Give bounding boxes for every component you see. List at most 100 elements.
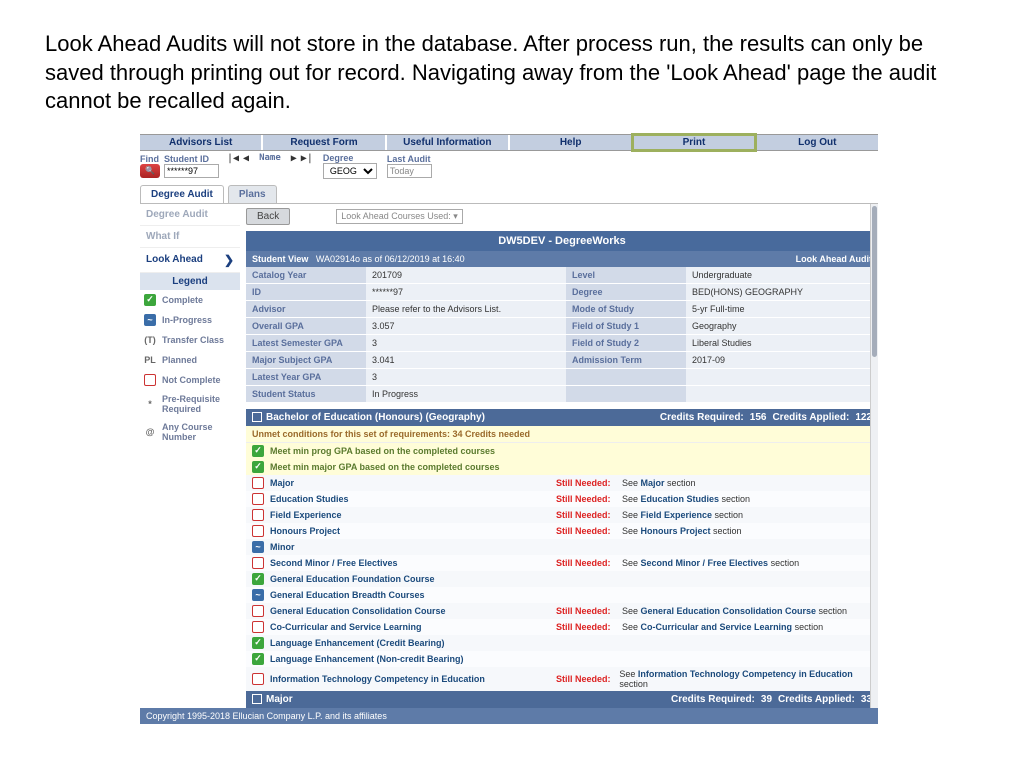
sidebar: Degree Audit What If Look Ahead❯ Legend … bbox=[140, 204, 240, 708]
v-id: ******97 bbox=[366, 284, 566, 301]
tab-plans[interactable]: Plans bbox=[228, 185, 277, 203]
intro-text: Look Ahead Audits will not store in the … bbox=[45, 30, 979, 116]
scrollbar-thumb[interactable] bbox=[872, 206, 877, 357]
student-view-band: Student View WA02914o as of 06/12/2019 a… bbox=[246, 251, 878, 267]
k-blank1 bbox=[566, 369, 686, 386]
empty-box-icon bbox=[252, 605, 264, 617]
req-it-competency: Information Technology Competency in Edu… bbox=[246, 667, 878, 691]
last-audit-label: Last Audit bbox=[387, 154, 431, 164]
legend-not-complete: Not Complete bbox=[140, 370, 240, 390]
k-mode: Mode of Study bbox=[566, 301, 686, 318]
req-ge-foundation: ✓General Education Foundation Course bbox=[246, 571, 878, 587]
courses-used-dropdown[interactable]: Look Ahead Courses Used: ▾ bbox=[336, 209, 463, 224]
main-tabs: Degree Audit Plans bbox=[140, 185, 878, 204]
v-gpa: 3.057 bbox=[366, 318, 566, 335]
nav-logout[interactable]: Log Out bbox=[757, 135, 878, 150]
section-bed-header: Bachelor of Education (Honours) (Geograp… bbox=[246, 409, 878, 426]
v-blank2 bbox=[686, 386, 878, 403]
v-mode: 5-yr Full-time bbox=[686, 301, 878, 318]
nav-request[interactable]: Request Form bbox=[263, 135, 384, 150]
v-lyg: 3 bbox=[366, 369, 566, 386]
req-min-prog-gpa: ✓Meet min prog GPA based on the complete… bbox=[246, 443, 878, 459]
section-box-icon bbox=[252, 694, 262, 704]
find-label: Find bbox=[140, 154, 159, 164]
req-major: MajorStill Needed:See Major section bbox=[246, 475, 878, 491]
req-education-studies: Education StudiesStill Needed:See Educat… bbox=[246, 491, 878, 507]
v-adm: 2017-09 bbox=[686, 352, 878, 369]
app-frame: Advisors List Request Form Useful Inform… bbox=[140, 134, 878, 724]
side-look-ahead[interactable]: Look Ahead❯ bbox=[140, 248, 240, 273]
v-blank1 bbox=[686, 369, 878, 386]
k-fos2: Field of Study 2 bbox=[566, 335, 686, 352]
k-ss: Student Status bbox=[246, 386, 366, 403]
legend-complete: ✓Complete bbox=[140, 290, 240, 310]
k-lsg: Latest Semester GPA bbox=[246, 335, 366, 352]
empty-box-icon bbox=[252, 673, 264, 685]
scrollbar[interactable] bbox=[870, 204, 878, 708]
student-id-input[interactable] bbox=[164, 164, 219, 178]
legend-prereq: *Pre-Requisite Required bbox=[140, 390, 240, 418]
find-row: Find 🔍 Student ID |◀◀Name▶▶| Degree GEOG… bbox=[140, 151, 878, 181]
empty-box-icon bbox=[252, 477, 264, 489]
chevron-right-icon: ❯ bbox=[224, 253, 234, 267]
check-icon: ✓ bbox=[252, 637, 264, 649]
degree-label: Degree bbox=[323, 153, 354, 163]
star-icon: * bbox=[144, 398, 156, 410]
tab-degree-audit[interactable]: Degree Audit bbox=[140, 185, 224, 203]
empty-box-icon bbox=[252, 557, 264, 569]
find-icon[interactable]: 🔍 bbox=[140, 164, 160, 178]
footer-copyright: Copyright 1995-2018 Ellucian Company L.P… bbox=[140, 708, 878, 724]
k-fos1: Field of Study 1 bbox=[566, 318, 686, 335]
k-degree: Degree bbox=[566, 284, 686, 301]
empty-box-icon bbox=[252, 509, 264, 521]
k-lyg: Latest Year GPA bbox=[246, 369, 366, 386]
nav-advisors[interactable]: Advisors List bbox=[140, 135, 261, 150]
v-advisor: Please refer to the Advisors List. bbox=[366, 301, 566, 318]
progress-icon: ~ bbox=[252, 589, 264, 601]
check-icon: ✓ bbox=[252, 461, 264, 473]
nav-print[interactable]: Print bbox=[633, 135, 754, 150]
k-msg: Major Subject GPA bbox=[246, 352, 366, 369]
legend-any-course: @Any Course Number bbox=[140, 418, 240, 446]
last-audit-value bbox=[387, 164, 432, 178]
legend-header: Legend bbox=[140, 273, 240, 290]
progress-icon: ~ bbox=[144, 314, 156, 326]
side-what-if[interactable]: What If bbox=[140, 226, 240, 248]
unmet-conditions: Unmet conditions for this set of require… bbox=[246, 426, 878, 443]
pager[interactable]: |◀◀Name▶▶| bbox=[227, 153, 313, 164]
req-min-major-gpa: ✓Meet min major GPA based on the complet… bbox=[246, 459, 878, 475]
v-ss: In Progress bbox=[366, 386, 566, 403]
req-cocurricular: Co-Curricular and Service LearningStill … bbox=[246, 619, 878, 635]
section-major-header: Major Credits Required:39Credits Applied… bbox=[246, 691, 878, 708]
transfer-icon: (T) bbox=[144, 334, 156, 346]
info-grid: Catalog Year201709LevelUndergraduate ID*… bbox=[246, 267, 878, 403]
k-catalog-year: Catalog Year bbox=[246, 267, 366, 284]
k-level: Level bbox=[566, 267, 686, 284]
check-icon: ✓ bbox=[252, 573, 264, 585]
progress-icon: ~ bbox=[252, 541, 264, 553]
v-lsg: 3 bbox=[366, 335, 566, 352]
back-button[interactable]: Back bbox=[246, 208, 290, 225]
empty-box-icon bbox=[252, 493, 264, 505]
empty-box-icon bbox=[144, 374, 156, 386]
nav-help[interactable]: Help bbox=[510, 135, 631, 150]
system-title: DW5DEV - DegreeWorks bbox=[246, 231, 878, 251]
k-gpa: Overall GPA bbox=[246, 318, 366, 335]
check-icon: ✓ bbox=[252, 653, 264, 665]
req-ge-consolidation: General Education Consolidation CourseSt… bbox=[246, 603, 878, 619]
req-field-experience: Field ExperienceStill Needed:See Field E… bbox=[246, 507, 878, 523]
side-degree-audit[interactable]: Degree Audit bbox=[140, 204, 240, 226]
empty-box-icon bbox=[252, 621, 264, 633]
k-id: ID bbox=[246, 284, 366, 301]
nav-useful[interactable]: Useful Information bbox=[387, 135, 508, 150]
degree-select[interactable]: GEOG bbox=[323, 163, 377, 179]
v-fos2: Liberal Studies bbox=[686, 335, 878, 352]
empty-box-icon bbox=[252, 525, 264, 537]
k-advisor: Advisor bbox=[246, 301, 366, 318]
k-adm: Admission Term bbox=[566, 352, 686, 369]
name-label: Name bbox=[259, 153, 281, 164]
v-degree: BED(HONS) GEOGRAPHY bbox=[686, 284, 878, 301]
v-msg: 3.041 bbox=[366, 352, 566, 369]
req-lang-noncredit: ✓Language Enhancement (Non-credit Bearin… bbox=[246, 651, 878, 667]
legend-inprogress: ~In-Progress bbox=[140, 310, 240, 330]
